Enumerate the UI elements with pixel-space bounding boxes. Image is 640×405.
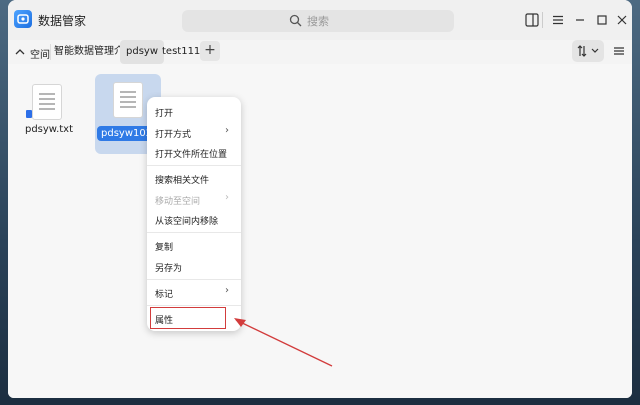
annotation-arrow	[234, 318, 333, 367]
